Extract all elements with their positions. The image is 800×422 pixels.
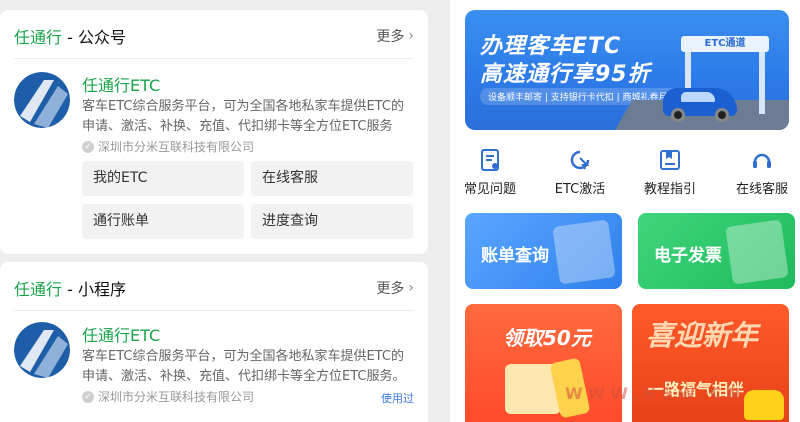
- new-year-promo-card[interactable]: 喜迎新年 一路福气相伴: [632, 304, 789, 422]
- left-panel: 任通行 - 公众号 更多 › 任通行ETC 客车ETC综合服务平台，可为全国各地…: [0, 0, 428, 422]
- card-title-suffix: - 小程序: [62, 280, 126, 299]
- card-title-brand: 任通行: [14, 280, 63, 299]
- menu-my-etc[interactable]: 我的ETC: [82, 161, 244, 196]
- etc-gantry-illustration: ETC通道: [681, 36, 769, 114]
- company-verified: ✓ 深圳市分米互联科技有限公司: [82, 138, 254, 155]
- more-link[interactable]: 更多 ›: [376, 26, 414, 46]
- banner-subheadline: 高速通行享95折: [480, 62, 651, 87]
- invoice-icon: [725, 219, 789, 285]
- menu-online-service[interactable]: 在线客服: [251, 161, 413, 196]
- card-header: 任通行 - 小程序 更多 ›: [14, 276, 414, 300]
- bill-query-tile[interactable]: 账单查询: [465, 213, 622, 289]
- etc-logo[interactable]: [14, 72, 70, 128]
- taxi-illustration: [744, 390, 784, 420]
- official-account-card: 任通行 - 公众号 更多 › 任通行ETC 客车ETC综合服务平台，可为全国各地…: [0, 10, 428, 254]
- used-badge: 使用过: [381, 392, 414, 405]
- car-wheel: [715, 108, 729, 122]
- menu-toll-bill[interactable]: 通行账单: [82, 204, 244, 239]
- app-name[interactable]: 任通行ETC: [82, 72, 160, 96]
- app-name[interactable]: 任通行ETC: [82, 322, 160, 346]
- guide-icon: [658, 148, 682, 172]
- faq-icon: [478, 148, 502, 172]
- more-link[interactable]: 更多 ›: [376, 278, 414, 298]
- quick-label: 教程指引: [643, 182, 696, 197]
- support-icon: [750, 148, 774, 172]
- company-verified: ✓ 深圳市分米互联科技有限公司: [82, 388, 254, 405]
- gantry-sign: ETC通道: [681, 36, 769, 52]
- divider: [14, 58, 414, 59]
- promo-title: 喜迎新年: [646, 319, 759, 352]
- promo-banner[interactable]: 办理客车ETC 高速通行享95折 设备顺丰邮寄 | 支持银行卡代扣 | 商城礼券…: [465, 10, 789, 130]
- divider: [14, 310, 414, 311]
- quick-label: ETC激活: [554, 182, 606, 197]
- verified-check-icon: ✓: [82, 390, 94, 403]
- card-title-suffix: - 公众号: [62, 28, 126, 47]
- quick-label: 常见问题: [463, 182, 516, 197]
- right-panel: 办理客车ETC 高速通行享95折 设备顺丰邮寄 | 支持银行卡代扣 | 商城礼券…: [450, 0, 800, 422]
- site-watermark: WWW.HSW.CN: [565, 384, 746, 403]
- app-description: 客车ETC综合服务平台，可为全国各地私家车提供ETC的申请、激活、补换、充值、代…: [82, 349, 406, 384]
- car-window: [681, 92, 715, 102]
- car-illustration: [663, 88, 737, 122]
- company-name: 深圳市分米互联科技有限公司: [98, 140, 255, 154]
- mini-program-card: 任通行 - 小程序 更多 › 任通行ETC 客车ETC综合服务平台，可为全国各地…: [0, 262, 428, 422]
- quick-faq[interactable]: 常见问题: [450, 148, 530, 197]
- tile-label: 电子发票: [654, 246, 722, 266]
- quick-label: 在线客服: [735, 182, 788, 197]
- quick-tutorial[interactable]: 教程指引: [630, 148, 710, 197]
- promo-title: 领取50元: [503, 326, 591, 350]
- quick-etc-activate[interactable]: ETC激活: [540, 148, 620, 197]
- card-title: 任通行 - 小程序: [14, 276, 126, 300]
- activate-icon: [568, 148, 592, 172]
- tile-label: 账单查询: [481, 246, 549, 266]
- more-label: 更多: [376, 281, 405, 297]
- card-title-brand: 任通行: [14, 28, 63, 47]
- menu-progress-query[interactable]: 进度查询: [251, 204, 413, 239]
- card-title: 任通行 - 公众号: [14, 24, 126, 48]
- chevron-right-icon: ›: [408, 280, 414, 296]
- card-header: 任通行 - 公众号 更多 ›: [14, 24, 414, 48]
- verified-check-icon: ✓: [82, 140, 94, 153]
- etc-logo[interactable]: [14, 322, 70, 378]
- quick-online-service[interactable]: 在线客服: [722, 148, 800, 197]
- car-wheel: [671, 108, 685, 122]
- chevron-right-icon: ›: [408, 28, 414, 44]
- gantry-pole: [759, 52, 765, 114]
- company-name: 深圳市分米互联科技有限公司: [98, 390, 255, 404]
- more-label: 更多: [376, 29, 405, 45]
- receipt-icon: [552, 219, 616, 285]
- e-invoice-tile[interactable]: 电子发票: [638, 213, 795, 289]
- coupon-promo-card[interactable]: 领取50元: [465, 304, 622, 422]
- app-description: 客车ETC综合服务平台，可为全国各地私家车提供ETC的申请、激活、补换、充值、代…: [82, 99, 404, 134]
